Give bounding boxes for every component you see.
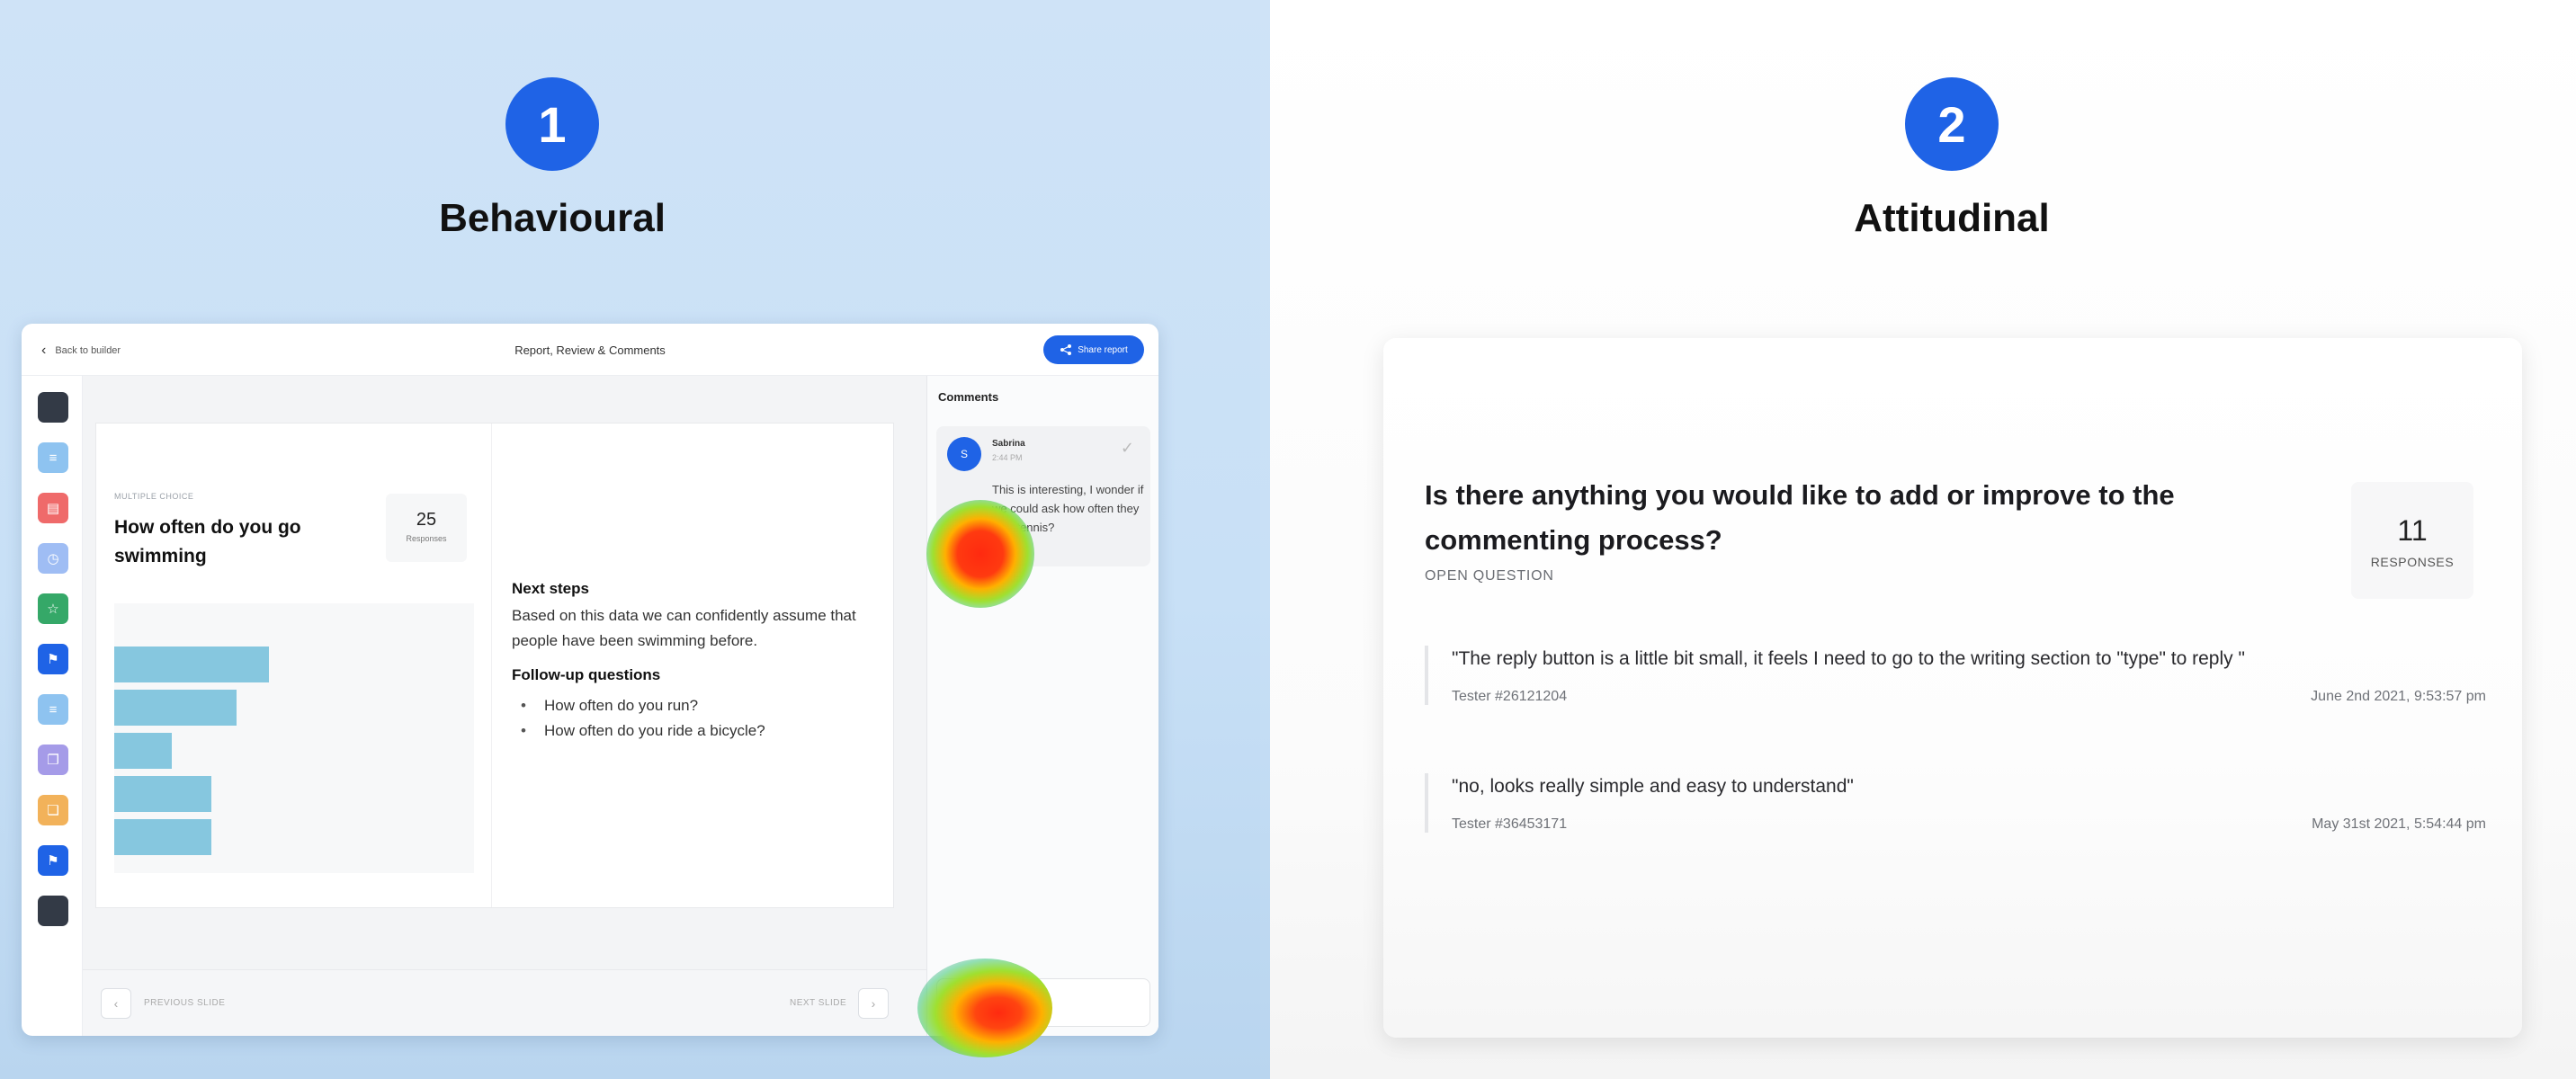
check-icon[interactable]: ✓: [1121, 439, 1134, 458]
report-canvas: MULTIPLE CHOICE How often do you go swim…: [83, 376, 926, 1036]
responses-count: 11: [2397, 514, 2428, 547]
files-icon: ❐: [47, 753, 59, 768]
rail-item-1[interactable]: [38, 392, 68, 423]
response-bar: [114, 690, 237, 726]
answer-date: June 2nd 2021, 9:53:57 pm: [2311, 689, 2486, 704]
open-question-card: Is there anything you would like to add …: [1383, 338, 2522, 1038]
comments-heading: Comments: [938, 390, 999, 404]
share-icon: [1060, 344, 1072, 355]
rail-item-9[interactable]: ❏: [38, 795, 68, 825]
followup-item: How often do you run?: [512, 693, 765, 718]
step-1-badge: 1: [505, 77, 599, 171]
answer-text: "no, looks really simple and easy to und…: [1452, 776, 1854, 797]
answer-date: May 31st 2021, 5:54:44 pm: [2312, 816, 2486, 832]
comment-card[interactable]: S Sabrina 2:44 PM ✓ This is interesting,…: [936, 426, 1150, 566]
slide-footer: ‹ PREVIOUS SLIDE NEXT SLIDE ›: [83, 969, 926, 1036]
rail-item-3[interactable]: ▤: [38, 493, 68, 523]
question-section: MULTIPLE CHOICE How often do you go swim…: [96, 424, 492, 907]
report-app-window: ‹ Back to builder Report, Review & Comme…: [22, 324, 1158, 1036]
followup-heading: Follow-up questions: [512, 666, 661, 683]
form-icon: ▤: [46, 501, 60, 516]
star-icon: ☆: [47, 602, 59, 617]
open-question-title: Is there anything you would like to add …: [1425, 479, 2175, 556]
responses-badge: 25 Responses: [386, 494, 467, 562]
followup-item: How often do you ride a bicycle?: [512, 718, 765, 744]
tester-id: Tester #26121204: [1452, 689, 1568, 704]
comment-time: 2:44 PM: [992, 453, 1023, 462]
rail-item-4[interactable]: ◷: [38, 543, 68, 574]
avatar: S: [947, 437, 981, 471]
answer-meta: Tester #26121204 June 2nd 2021, 9:53:57 …: [1452, 689, 2486, 705]
answer-item: "no, looks really simple and easy to und…: [1425, 773, 2486, 833]
step-2-title: Attitudinal: [1854, 196, 2050, 240]
response-bar: [114, 776, 211, 812]
responses-label: Responses: [406, 534, 447, 543]
response-bar-chart: [114, 603, 474, 873]
previous-slide-button[interactable]: ‹: [101, 988, 131, 1019]
list-icon: ≡: [49, 450, 58, 466]
share-label: Share report: [1078, 344, 1128, 355]
next-slide-button[interactable]: ›: [858, 988, 889, 1019]
answer-text: "The reply button is a little bit small,…: [1452, 648, 2245, 669]
app-header: ‹ Back to builder Report, Review & Comme…: [22, 324, 1158, 376]
comment-input[interactable]: [936, 978, 1150, 1027]
notes-section: Next steps Based on this data we can con…: [492, 424, 893, 907]
tester-id: Tester #36453171: [1452, 816, 1568, 832]
step-1-title: Behavioural: [439, 196, 666, 240]
rail-item-7[interactable]: ≡: [38, 694, 68, 725]
comments-panel: Comments S Sabrina 2:44 PM ✓ This is int…: [926, 376, 1158, 1036]
chevron-right-icon: ›: [871, 996, 876, 1011]
slide-rail: ≡ ▤ ◷ ☆ ⚑ ≡ ❐ ❏ ⚑: [22, 376, 83, 1036]
question-type-tag: OPEN QUESTION: [1425, 568, 1554, 584]
comment-author: Sabrina: [992, 439, 1025, 449]
flag-icon: ⚑: [47, 652, 59, 667]
responses-count: 25: [416, 510, 437, 530]
response-bar: [114, 733, 172, 769]
share-report-button[interactable]: Share report: [1043, 335, 1144, 364]
previous-slide-label[interactable]: PREVIOUS SLIDE: [144, 998, 225, 1008]
response-bar: [114, 819, 211, 855]
next-steps-heading: Next steps: [512, 580, 589, 597]
question-type-tag: MULTIPLE CHOICE: [114, 492, 194, 501]
report-slide: MULTIPLE CHOICE How often do you go swim…: [95, 423, 894, 908]
copy-icon: ❏: [47, 803, 59, 818]
stopwatch-icon: ◷: [47, 551, 59, 566]
question-title: How often do you go swimming: [114, 517, 301, 566]
next-slide-label[interactable]: NEXT SLIDE: [790, 998, 846, 1008]
comment-text: This is interesting, I wonder if we coul…: [992, 483, 1144, 534]
answer-meta: Tester #36453171 May 31st 2021, 5:54:44 …: [1452, 816, 2486, 833]
rail-item-8[interactable]: ❐: [38, 745, 68, 775]
rail-item-10[interactable]: ⚑: [38, 845, 68, 876]
rail-item-11[interactable]: [38, 896, 68, 926]
rail-item-2[interactable]: ≡: [38, 442, 68, 473]
response-bar: [114, 647, 269, 682]
flag-icon: ⚑: [47, 853, 59, 869]
followup-list: How often do you run? How often do you r…: [512, 693, 765, 744]
step-2-badge: 2: [1905, 77, 1999, 171]
answer-item: "The reply button is a little bit small,…: [1425, 646, 2486, 705]
behavioural-panel: 1 Behavioural ‹ Back to builder Report, …: [0, 0, 1270, 1079]
responses-badge: 11 RESPONSES: [2351, 482, 2473, 599]
list-icon: ≡: [49, 701, 58, 718]
responses-label: RESPONSES: [2370, 555, 2455, 569]
chevron-left-icon: ‹: [113, 996, 119, 1011]
report-title: Report, Review & Comments: [514, 343, 666, 357]
rail-item-5[interactable]: ☆: [38, 593, 68, 624]
rail-item-6[interactable]: ⚑: [38, 644, 68, 674]
next-steps-body: Based on this data we can confidently as…: [512, 607, 856, 649]
